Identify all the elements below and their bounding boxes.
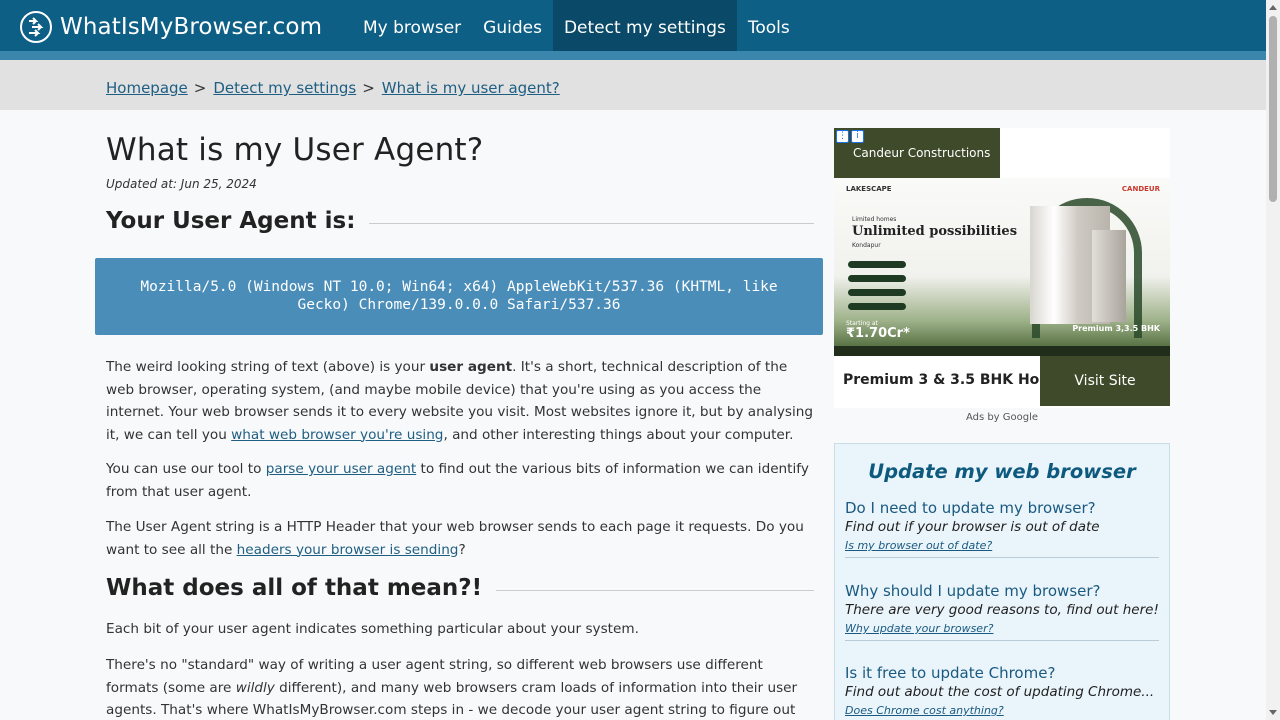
parse-user-agent-link[interactable]: parse your user agent xyxy=(266,461,416,477)
ad-tower-graphic xyxy=(1092,230,1126,322)
scroll-up-arrow-icon[interactable] xyxy=(1269,5,1277,10)
scroll-thumb[interactable] xyxy=(1269,16,1277,202)
meaning-paragraph: Each bit of your user agent indicates so… xyxy=(106,621,639,637)
user-agent-box: Mozilla/5.0 (Windows NT 10.0; Win64; x64… xyxy=(95,258,823,335)
nav-my-browser[interactable]: My browser xyxy=(352,0,472,51)
ad-feature-pill xyxy=(848,275,906,282)
ad-title[interactable]: Premium 3 & 3.5 BHK Homes xyxy=(843,372,1072,388)
p2-text-a: You can use our tool to xyxy=(106,461,266,477)
user-agent-heading: Your User Agent is: xyxy=(106,208,356,234)
page-scrollbar[interactable] xyxy=(1266,0,1280,720)
meaning-heading: What does all of that mean?! xyxy=(106,575,483,601)
faq-item: Why should I update my browser? There ar… xyxy=(845,582,1159,641)
headers-paragraph: The User Agent string is a HTTP Header t… xyxy=(106,516,816,561)
ad-info-icon[interactable]: i xyxy=(851,130,864,143)
breadcrumb-separator: > xyxy=(193,79,207,97)
faq-question[interactable]: Why should I update my browser? xyxy=(845,582,1159,600)
ad-bhk-text: Premium 3,3.5 BHK xyxy=(1072,324,1160,333)
headers-link[interactable]: headers your browser is sending xyxy=(237,542,459,558)
faq-question[interactable]: Is it free to update Chrome? xyxy=(845,664,1159,682)
heading-rule xyxy=(369,222,814,224)
parse-paragraph: You can use our tool to parse your user … xyxy=(106,458,816,503)
intro-paragraph: The weird looking string of text (above)… xyxy=(106,356,816,446)
update-browser-title: Update my web browser xyxy=(868,460,1136,483)
p1-bold: user agent xyxy=(429,359,513,375)
ad-limited-text: Limited homes xyxy=(852,216,897,223)
user-agent-heading-row: Your User Agent is: xyxy=(106,208,814,234)
logo-text: WhatIsMyBrowser.com xyxy=(60,14,323,40)
what-browser-link[interactable]: what web browser you're using xyxy=(231,427,443,443)
ad-choices[interactable]: ⋮ i xyxy=(836,130,864,143)
nav-detect-my-settings[interactable]: Detect my settings xyxy=(552,0,737,51)
faq-item: Is it free to update Chrome? Find out ab… xyxy=(845,664,1159,717)
user-agent-string[interactable]: Mozilla/5.0 (Windows NT 10.0; Win64; x64… xyxy=(95,258,823,314)
breadcrumb-user-agent[interactable]: What is my user agent? xyxy=(382,79,560,97)
breadcrumb: Homepage > Detect my settings > What is … xyxy=(106,79,560,97)
faq-divider xyxy=(845,640,1159,641)
heading-rule xyxy=(496,589,814,591)
faq-description: Find out about the cost of updating Chro… xyxy=(845,684,1155,700)
faq-divider xyxy=(845,557,1159,558)
nav-guides[interactable]: Guides xyxy=(472,0,553,51)
meaning-heading-row: What does all of that mean?! xyxy=(106,575,814,601)
ad-location: Kondapur xyxy=(852,242,881,249)
faq-link[interactable]: Why update your browser? xyxy=(845,622,1159,635)
ad-brand-left: LAKESCAPE xyxy=(846,185,892,193)
advertisement[interactable]: Candeur Constructions ⋮ i LAKESCAPE CAND… xyxy=(834,128,1170,408)
p1-text-d: , and other interesting things about you… xyxy=(443,426,794,443)
scroll-down-arrow-icon[interactable] xyxy=(1269,710,1277,715)
ad-feature-pill xyxy=(848,303,906,310)
faq-item: Do I need to update my browser? Find out… xyxy=(845,499,1159,558)
faq-question[interactable]: Do I need to update my browser? xyxy=(845,499,1159,517)
ad-visit-site-button[interactable]: Visit Site xyxy=(1040,356,1170,406)
update-browser-panel: Update my web browser Do I need to updat… xyxy=(834,443,1170,720)
site-header: WhatIsMyBrowser.com My browser Guides De… xyxy=(0,0,1266,60)
p5-emphasis: wildly xyxy=(235,679,275,696)
ad-brand-right: CANDEUR xyxy=(1121,185,1160,193)
ad-bottom-bar: Premium 3 & 3.5 BHK Homes Visit Site xyxy=(834,356,1170,408)
ad-footer-strip xyxy=(834,346,1170,356)
breadcrumb-homepage[interactable]: Homepage xyxy=(106,79,188,97)
breadcrumb-separator: > xyxy=(362,79,375,97)
faq-description: There are very good reasons to, find out… xyxy=(845,602,1159,618)
ad-headline: Unlimited possibilities xyxy=(852,224,1018,239)
updated-date: Updated at: Jun 25, 2024 xyxy=(106,177,257,191)
ad-price: ₹1.70Cr* xyxy=(846,326,910,341)
breadcrumb-bar: Homepage > Detect my settings > What is … xyxy=(0,60,1266,110)
ad-feature-pill xyxy=(848,261,906,268)
p3-text-b: ? xyxy=(458,541,466,558)
ads-by-google[interactable]: Ads by Google xyxy=(834,412,1170,423)
p1-text-a: The weird looking string of text (above)… xyxy=(106,359,430,375)
logo-icon xyxy=(20,11,52,43)
ad-menu-icon[interactable]: ⋮ xyxy=(836,130,849,143)
ad-image[interactable]: LAKESCAPE CANDEUR Limited homes Unlimite… xyxy=(834,178,1170,356)
standard-paragraph: There's no "standard" way of writing a u… xyxy=(106,654,816,720)
page-title: What is my User Agent? xyxy=(106,132,484,168)
header-shade xyxy=(0,51,1266,60)
site-logo[interactable]: WhatIsMyBrowser.com xyxy=(20,11,322,43)
main-nav: My browser Guides Detect my settings Too… xyxy=(352,0,801,51)
faq-link[interactable]: Is my browser out of date? xyxy=(845,539,1159,552)
ad-advertiser-name: Candeur Constructions xyxy=(853,146,991,160)
faq-description: Find out if your browser is out of date xyxy=(845,519,1100,535)
faq-link[interactable]: Does Chrome cost anything? xyxy=(845,704,1159,717)
breadcrumb-detect-settings[interactable]: Detect my settings xyxy=(213,79,356,97)
nav-tools[interactable]: Tools xyxy=(737,0,801,51)
ad-feature-pill xyxy=(848,289,906,296)
